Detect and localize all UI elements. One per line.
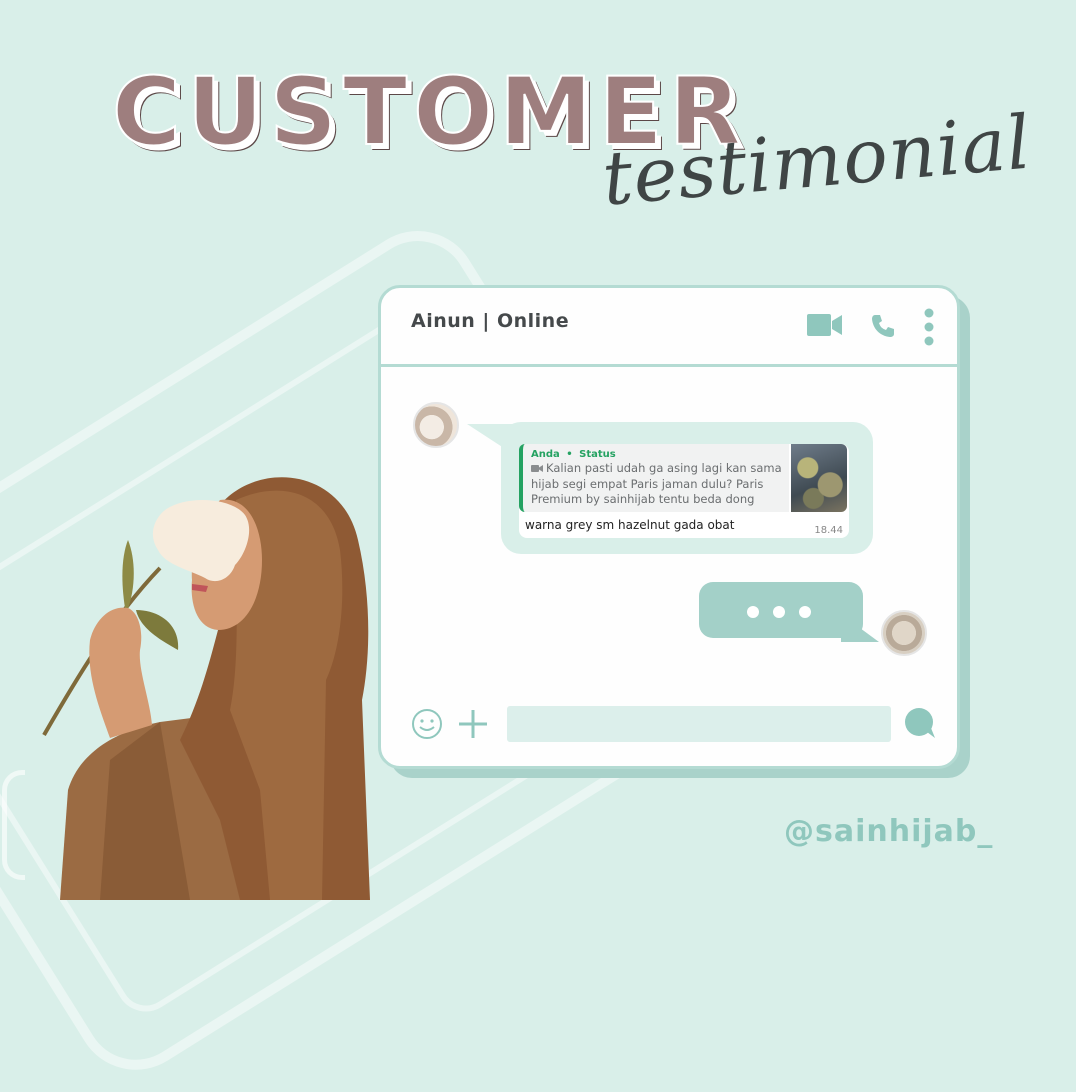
- typing-dot: [773, 606, 785, 618]
- user-avatar[interactable]: [881, 610, 927, 656]
- quote-separator: •: [566, 449, 573, 460]
- incoming-message-screenshot: Anda • Status Kalian pasti udah ga asing…: [519, 444, 849, 538]
- quote-text-wrapper: Kalian pasti udah ga asing lagi kan sama…: [531, 461, 783, 506]
- contact-title: Ainun | Online: [411, 310, 570, 332]
- reply-text: warna grey sm hazelnut gada obat: [525, 518, 735, 532]
- quoted-status[interactable]: Anda • Status Kalian pasti udah ga asing…: [519, 444, 789, 512]
- chat-header: Ainun | Online: [381, 288, 957, 367]
- typing-dot: [799, 606, 811, 618]
- contact-avatar[interactable]: [413, 402, 459, 448]
- quote-label: Status: [579, 449, 616, 460]
- phone-icon[interactable]: [869, 312, 897, 344]
- status-thumbnail[interactable]: [791, 444, 847, 512]
- woman-illustration: [42, 477, 370, 900]
- send-icon[interactable]: [903, 706, 937, 744]
- video-call-icon[interactable]: [807, 312, 843, 342]
- video-camera-icon: [531, 462, 543, 477]
- social-handle: @sainhijab_: [784, 814, 994, 849]
- typing-dot: [747, 606, 759, 618]
- more-vertical-icon[interactable]: [923, 308, 935, 350]
- quote-sender: Anda: [531, 449, 560, 460]
- plus-icon[interactable]: [457, 708, 489, 744]
- message-input[interactable]: [507, 706, 891, 742]
- quote-text: Kalian pasti udah ga asing lagi kan sama…: [531, 461, 782, 506]
- quote-header: Anda • Status: [531, 449, 783, 460]
- emoji-icon[interactable]: [411, 708, 443, 744]
- chat-window: Ainun | Online Anda • Status Kalian past…: [378, 285, 960, 769]
- background-arc: [2, 770, 25, 880]
- message-time: 18.44: [814, 525, 843, 536]
